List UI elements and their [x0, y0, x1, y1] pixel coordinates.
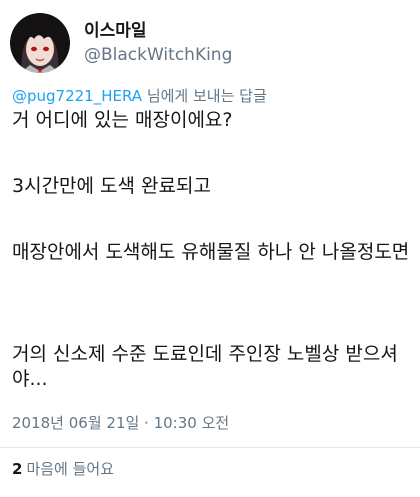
reply-mention-link[interactable]: @pug7221_HERA	[12, 87, 142, 105]
likes-label: 마음에 들어요	[26, 460, 115, 478]
reply-context-suffix: 님에게 보내는 답글	[142, 87, 267, 105]
tweet: 이스마일 @BlackWitchKing @pug7221_HERA 님에게 보…	[0, 0, 420, 497]
display-name[interactable]: 이스마일	[84, 20, 232, 42]
tweet-timestamp[interactable]: 2018년 06월 21일 · 10:30 오전	[12, 413, 229, 433]
user-handle[interactable]: @BlackWitchKing	[84, 44, 232, 66]
tweet-header: 이스마일 @BlackWitchKing	[10, 12, 232, 74]
likes-number: 2	[12, 460, 23, 478]
tweet-paragraph: 매장안에서 도색해도 유해물질 하나 안 나올정도면	[12, 241, 410, 263]
avatar[interactable]	[10, 13, 70, 73]
tweet-paragraph: 거 어디에 있는 매장이에요?	[12, 109, 233, 131]
likes-count[interactable]: 2 마음에 들어요	[12, 459, 114, 479]
divider	[0, 447, 420, 448]
tweet-paragraph: 3시간만에 도색 완료되고	[12, 175, 211, 197]
tweet-paragraph: 거의 신소제 수준 도료인데 주인장 노벨상 받으셔야...	[12, 343, 398, 390]
author-names: 이스마일 @BlackWitchKing	[84, 20, 232, 66]
reply-context: @pug7221_HERA 님에게 보내는 답글	[12, 86, 267, 106]
